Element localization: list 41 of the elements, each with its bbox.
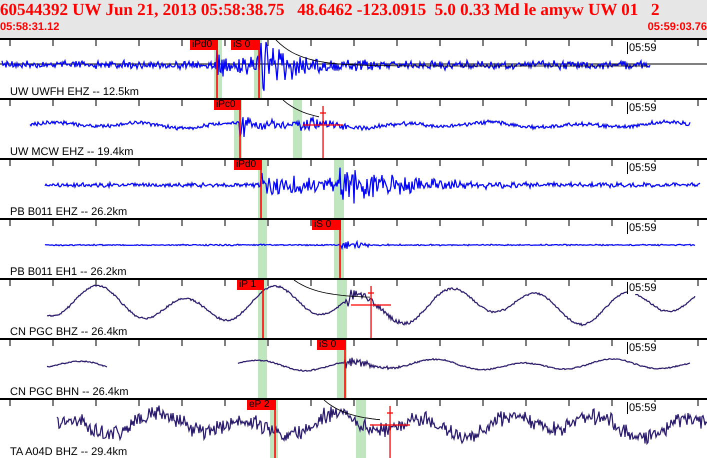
phase-pick-label[interactable]: iS 0 (231, 40, 260, 50)
event-summary: 60544392 UW Jun 21, 2013 05:58:38.75 48.6462 -123.0915 5.0 0.33 Md le amyw UW 01 2 (0, 0, 660, 20)
phase-pick-label[interactable]: iPd0 (234, 160, 262, 170)
channel-label: UW MCW EHZ -- 19.4km (10, 146, 134, 158)
time-mark: 05:59 (627, 102, 657, 114)
pick-window (258, 220, 267, 278)
pick-line (260, 170, 262, 218)
channel-label: CN PGC BHZ -- 26.4km (10, 326, 128, 338)
phase-pick-label[interactable]: iP 1 (237, 280, 264, 290)
time-mark: 05:59 (627, 282, 657, 294)
amplitude-cross (369, 405, 411, 458)
pick-line (239, 110, 241, 158)
pick-line (262, 290, 264, 338)
time-mark: 05:59 (627, 42, 657, 54)
pick-window (293, 100, 302, 158)
phase-pick-label[interactable]: iS 0 (312, 220, 341, 230)
phase-pick-label[interactable]: iPc0 (214, 100, 241, 110)
phase-pick-label[interactable]: eP 2 (247, 400, 276, 410)
time-mark: 05:59 (627, 162, 657, 174)
pick-line (339, 230, 341, 278)
time-mark: 05:59 (627, 402, 657, 414)
pick-window (356, 400, 366, 458)
channel-label: UW UWFH EHZ -- 12.5km (10, 86, 139, 98)
amplitude-cross (302, 105, 344, 158)
pick-window (337, 280, 347, 338)
channel-label: PB B011 EHZ -- 26.2km (10, 206, 128, 218)
end-time: 05:59:03.76 (648, 21, 707, 34)
phase-pick-label[interactable]: iS 0 (317, 340, 346, 350)
channel-label: PB B011 EH1 -- 26.2km (10, 266, 127, 278)
channel-label: TA A04D BHZ -- 29.4km (10, 446, 128, 458)
pick-line (216, 50, 218, 98)
phase-pick-label[interactable]: iPd0 (190, 40, 218, 50)
amplitude-cross (350, 285, 392, 338)
start-time: 05:58:31.12 (0, 21, 60, 34)
channel-label: CN PGC BHN -- 26.4km (10, 386, 129, 398)
pick-line (274, 410, 276, 458)
time-mark: 05:59 (627, 222, 657, 234)
pick-window (258, 340, 267, 398)
pick-line (258, 50, 260, 98)
pick-line (344, 350, 346, 398)
time-mark: 05:59 (627, 342, 657, 354)
